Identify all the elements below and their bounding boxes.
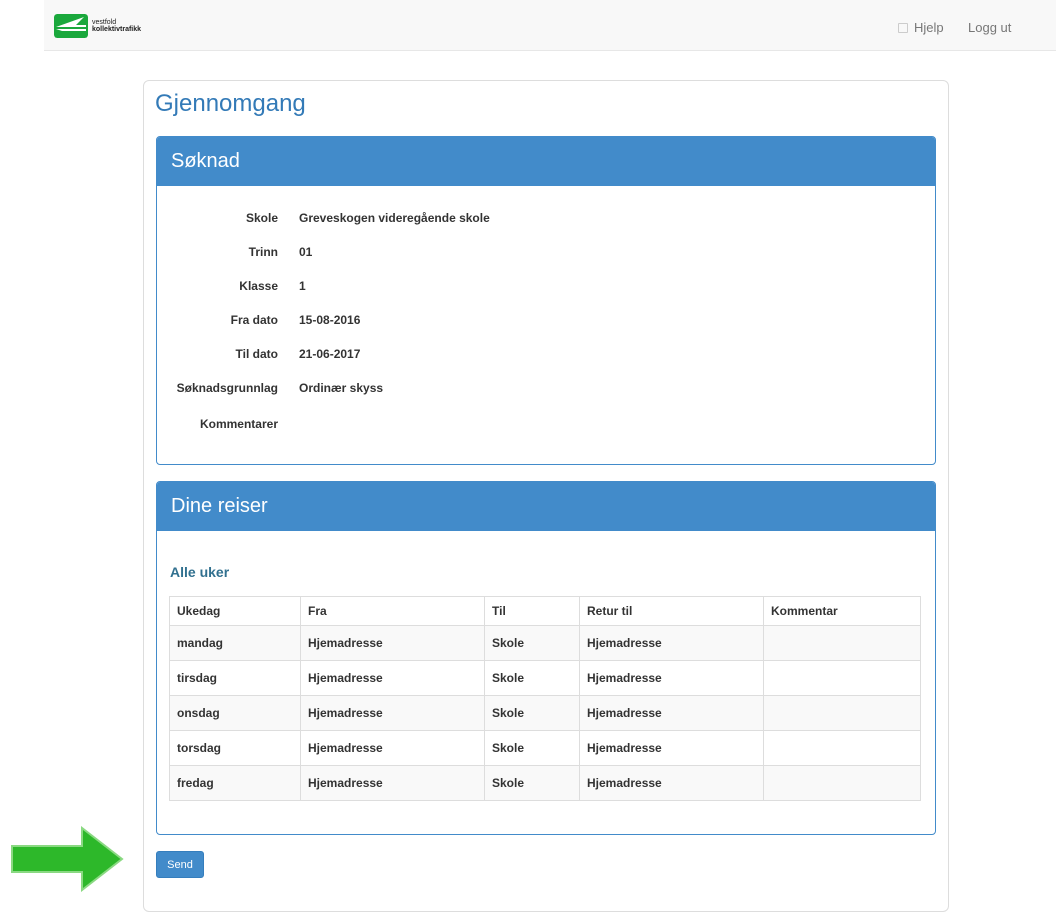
cell-from: Hjemadresse <box>300 695 485 731</box>
table-row: mandag Hjemadresse Skole Hjemadresse <box>169 625 921 661</box>
application-panel-heading: Søknad <box>157 137 935 186</box>
cell-weekday: fredag <box>169 765 301 801</box>
cell-return: Hjemadresse <box>579 730 764 766</box>
all-weeks-title: Alle uker <box>170 564 230 580</box>
application-panel: Søknad Skole Greveskogen videregående sk… <box>156 136 936 465</box>
detail-value: 21-06-2017 <box>299 347 361 361</box>
table-row: onsdag Hjemadresse Skole Hjemadresse <box>169 695 921 731</box>
column-header-weekday: Ukedag <box>169 596 301 626</box>
cell-comment <box>763 730 921 766</box>
logo-text: vestfold kollektivtrafikk <box>92 19 141 33</box>
cell-to: Skole <box>484 660 580 696</box>
column-header-return: Retur til <box>579 596 764 626</box>
detail-row-class: Klasse 1 <box>157 279 935 299</box>
detail-label: Til dato <box>235 347 278 361</box>
logout-link[interactable]: Logg ut <box>968 20 1011 35</box>
help-link[interactable]: Hjelp <box>898 20 944 35</box>
cell-weekday: tirsdag <box>169 660 301 696</box>
cell-to: Skole <box>484 625 580 661</box>
detail-value: 1 <box>299 279 306 293</box>
cell-comment <box>763 625 921 661</box>
detail-label: Fra dato <box>230 313 278 327</box>
column-header-from: Fra <box>300 596 485 626</box>
table-row: tirsdag Hjemadresse Skole Hjemadresse <box>169 660 921 696</box>
cell-comment <box>763 660 921 696</box>
table-row: fredag Hjemadresse Skole Hjemadresse <box>169 765 921 801</box>
arrow-right-icon <box>11 826 124 892</box>
help-icon <box>898 22 908 33</box>
detail-label: Skole <box>245 211 278 225</box>
cell-comment <box>763 695 921 731</box>
table-header-row: Ukedag Fra Til Retur til Kommentar <box>169 596 921 626</box>
trips-table: Ukedag Fra Til Retur til Kommentar manda… <box>169 596 921 801</box>
logo-line-1: vestfold <box>92 19 117 26</box>
detail-value: 15-08-2016 <box>299 313 361 327</box>
detail-label: Kommentarer <box>199 417 278 431</box>
cell-return: Hjemadresse <box>579 695 764 731</box>
logo-mark-icon <box>54 14 88 38</box>
cell-to: Skole <box>484 695 580 731</box>
cell-to: Skole <box>484 765 580 801</box>
cell-from: Hjemadresse <box>300 625 485 661</box>
help-label: Hjelp <box>914 20 944 35</box>
detail-row-from-date: Fra dato 15-08-2016 <box>157 313 935 333</box>
cell-to: Skole <box>484 730 580 766</box>
cell-weekday: mandag <box>169 625 301 661</box>
detail-row-school: Skole Greveskogen videregående skole <box>157 211 935 231</box>
detail-row-basis: Søknadsgrunnlag Ordinær skyss <box>157 381 935 401</box>
detail-row-grade: Trinn 01 <box>157 245 935 265</box>
cell-weekday: onsdag <box>169 695 301 731</box>
detail-row-comments: Kommentarer <box>157 417 935 437</box>
detail-label: Klasse <box>239 279 278 293</box>
cell-return: Hjemadresse <box>579 765 764 801</box>
cell-from: Hjemadresse <box>300 660 485 696</box>
cell-weekday: torsdag <box>169 730 301 766</box>
table-row: torsdag Hjemadresse Skole Hjemadresse <box>169 730 921 766</box>
page-title: Gjennomgang <box>155 90 306 117</box>
column-header-comment: Kommentar <box>763 596 921 626</box>
cell-return: Hjemadresse <box>579 625 764 661</box>
detail-value: Greveskogen videregående skole <box>299 211 490 225</box>
logo-line-2: kollektivtrafikk <box>92 26 142 33</box>
detail-value: Ordinær skyss <box>299 381 384 395</box>
cell-from: Hjemadresse <box>300 730 485 766</box>
trips-panel-heading: Dine reiser <box>157 482 935 531</box>
detail-label: Søknadsgrunnlag <box>176 381 278 395</box>
cell-from: Hjemadresse <box>300 765 485 801</box>
detail-label: Trinn <box>248 245 278 259</box>
cell-return: Hjemadresse <box>579 660 764 696</box>
cell-comment <box>763 765 921 801</box>
send-button[interactable]: Send <box>156 851 204 878</box>
column-header-to: Til <box>484 596 580 626</box>
detail-value: 01 <box>299 245 313 259</box>
detail-row-to-date: Til dato 21-06-2017 <box>157 347 935 367</box>
brand-logo[interactable]: vestfold kollektivtrafikk <box>54 13 174 39</box>
